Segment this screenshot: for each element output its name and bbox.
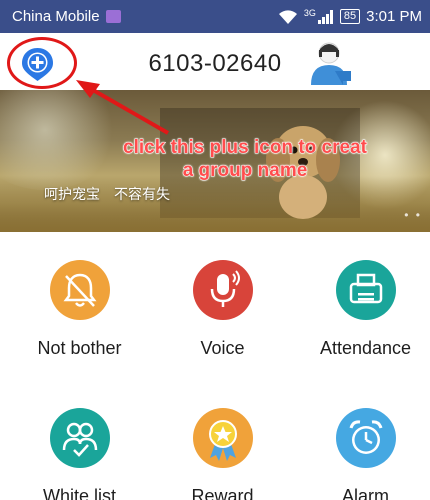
user-avatar-icon xyxy=(311,42,351,85)
feature-voice[interactable]: Voice xyxy=(151,260,294,359)
bell-off-icon xyxy=(49,260,110,320)
feature-label: Not bother xyxy=(37,338,122,358)
printer-icon xyxy=(335,260,396,320)
clock: 3:01 PM xyxy=(366,8,422,25)
feature-not-bother[interactable]: Not bother xyxy=(8,260,151,359)
annotation-line: click this plus icon to creat xyxy=(123,137,368,159)
wifi-icon xyxy=(278,9,298,25)
carrier-name: China Mobile xyxy=(12,8,100,25)
microphone-icon xyxy=(192,260,253,320)
feature-label: Alarm xyxy=(341,486,389,500)
group-check-icon xyxy=(49,408,110,468)
network-type: 3G xyxy=(303,7,316,18)
banner-image[interactable]: 呵护宠宝 不容有失 • • click this plus icon to cr… xyxy=(0,90,430,232)
header: 6103-02640 xyxy=(0,33,430,90)
feature-alarm[interactable]: Alarm xyxy=(294,408,430,500)
status-right: 3G 85 3:01 PM xyxy=(278,8,422,25)
feature-attendance[interactable]: Attendance xyxy=(294,260,430,359)
feature-reward[interactable]: Reward xyxy=(151,408,294,500)
annotation-line: a group name xyxy=(182,160,308,182)
battery-icon: 85 xyxy=(339,9,361,24)
annotation-text: click this plus icon to creat a group na… xyxy=(90,136,400,182)
feature-label: Reward xyxy=(191,486,254,500)
feature-label: White list xyxy=(42,486,116,500)
signal-icon xyxy=(317,9,334,24)
carousel-dots: • • xyxy=(404,208,422,222)
feature-label: Attendance xyxy=(319,338,412,358)
status-left: China Mobile xyxy=(12,8,121,25)
feature-label: Voice xyxy=(200,338,245,358)
device-id-title: 6103-02640 xyxy=(148,50,282,77)
avatar[interactable] xyxy=(307,41,355,87)
notification-icon xyxy=(105,10,121,23)
alarm-clock-icon xyxy=(335,408,396,468)
status-bar: China Mobile 3G 85 3:01 PM xyxy=(0,0,430,33)
feature-white-list[interactable]: White list xyxy=(8,408,151,500)
award-icon xyxy=(192,408,253,468)
banner-caption: 呵护宠宝 不容有失 xyxy=(44,187,170,203)
